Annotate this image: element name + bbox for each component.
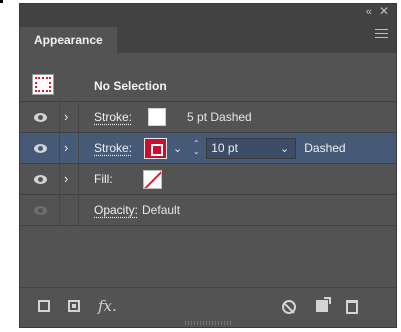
expand-arrow-icon[interactable]: › xyxy=(64,109,68,125)
stroke-weight-value: 10 pt xyxy=(211,141,238,155)
fill-row[interactable]: › Fill: xyxy=(20,164,396,195)
fill-none-swatch[interactable] xyxy=(142,169,162,189)
panel-menu-icon[interactable] xyxy=(375,29,388,41)
add-new-fill-icon[interactable] xyxy=(68,300,80,312)
stroke-label[interactable]: Stroke: xyxy=(94,141,132,155)
opacity-label[interactable]: Opacity: xyxy=(94,203,138,217)
chevron-down-icon[interactable]: ⌄ xyxy=(280,142,289,155)
expand-arrow-icon[interactable]: › xyxy=(64,171,68,187)
stroke-weight-field[interactable]: 10 pt ⌄ xyxy=(206,137,297,159)
stroke-color-swatch[interactable] xyxy=(144,137,168,159)
fill-label: Fill: xyxy=(94,172,113,186)
collapse-icon[interactable]: « xyxy=(366,5,372,19)
opacity-value: Default xyxy=(142,203,181,217)
expand-arrow-icon[interactable]: › xyxy=(64,140,68,156)
resize-grip[interactable] xyxy=(185,321,233,325)
stroke-row-2[interactable]: › Stroke: ⌄ ⌃ ⌄ 10 pt ⌄ Dashed xyxy=(20,133,396,164)
chevron-down-icon[interactable]: ⌄ xyxy=(173,142,182,155)
close-icon[interactable]: ✕ xyxy=(379,4,389,19)
selection-thumbnail xyxy=(32,74,54,95)
visibility-eye-icon[interactable] xyxy=(34,144,47,153)
stroke-detail: 5 pt Dashed xyxy=(187,110,252,124)
panel-tabbar: Appearance xyxy=(20,21,396,53)
duplicate-item-icon[interactable] xyxy=(316,297,331,312)
selection-header-row: No Selection xyxy=(20,70,396,102)
weight-stepper[interactable]: ⌃ ⌄ xyxy=(190,140,202,156)
stroke-row-1[interactable]: › Stroke: 5 pt Dashed xyxy=(20,102,396,133)
stroke-label[interactable]: Stroke: xyxy=(94,110,132,124)
appearance-panel: « ✕ Appearance No Selection › Stroke: 5 … xyxy=(19,3,397,328)
panel-bottom-bar: fx. xyxy=(20,287,396,327)
visibility-eye-icon[interactable] xyxy=(34,175,47,184)
add-effect-icon[interactable]: fx. xyxy=(98,297,117,315)
appearance-rows: No Selection › Stroke: 5 pt Dashed › Str… xyxy=(20,70,396,226)
panel-title-strip: « ✕ xyxy=(20,4,396,21)
selection-title: No Selection xyxy=(94,78,167,93)
tab-appearance[interactable]: Appearance xyxy=(20,27,117,53)
stroke-style[interactable]: Dashed xyxy=(304,141,345,155)
delete-item-icon[interactable] xyxy=(346,300,358,314)
corner-mark xyxy=(0,0,3,3)
visibility-eye-icon[interactable] xyxy=(34,113,47,122)
stroke-color-swatch[interactable] xyxy=(148,108,167,126)
add-new-stroke-icon[interactable] xyxy=(38,300,50,312)
clear-appearance-icon[interactable] xyxy=(282,300,296,314)
visibility-eye-icon xyxy=(34,206,47,215)
opacity-row[interactable]: Opacity: Default xyxy=(20,195,396,226)
